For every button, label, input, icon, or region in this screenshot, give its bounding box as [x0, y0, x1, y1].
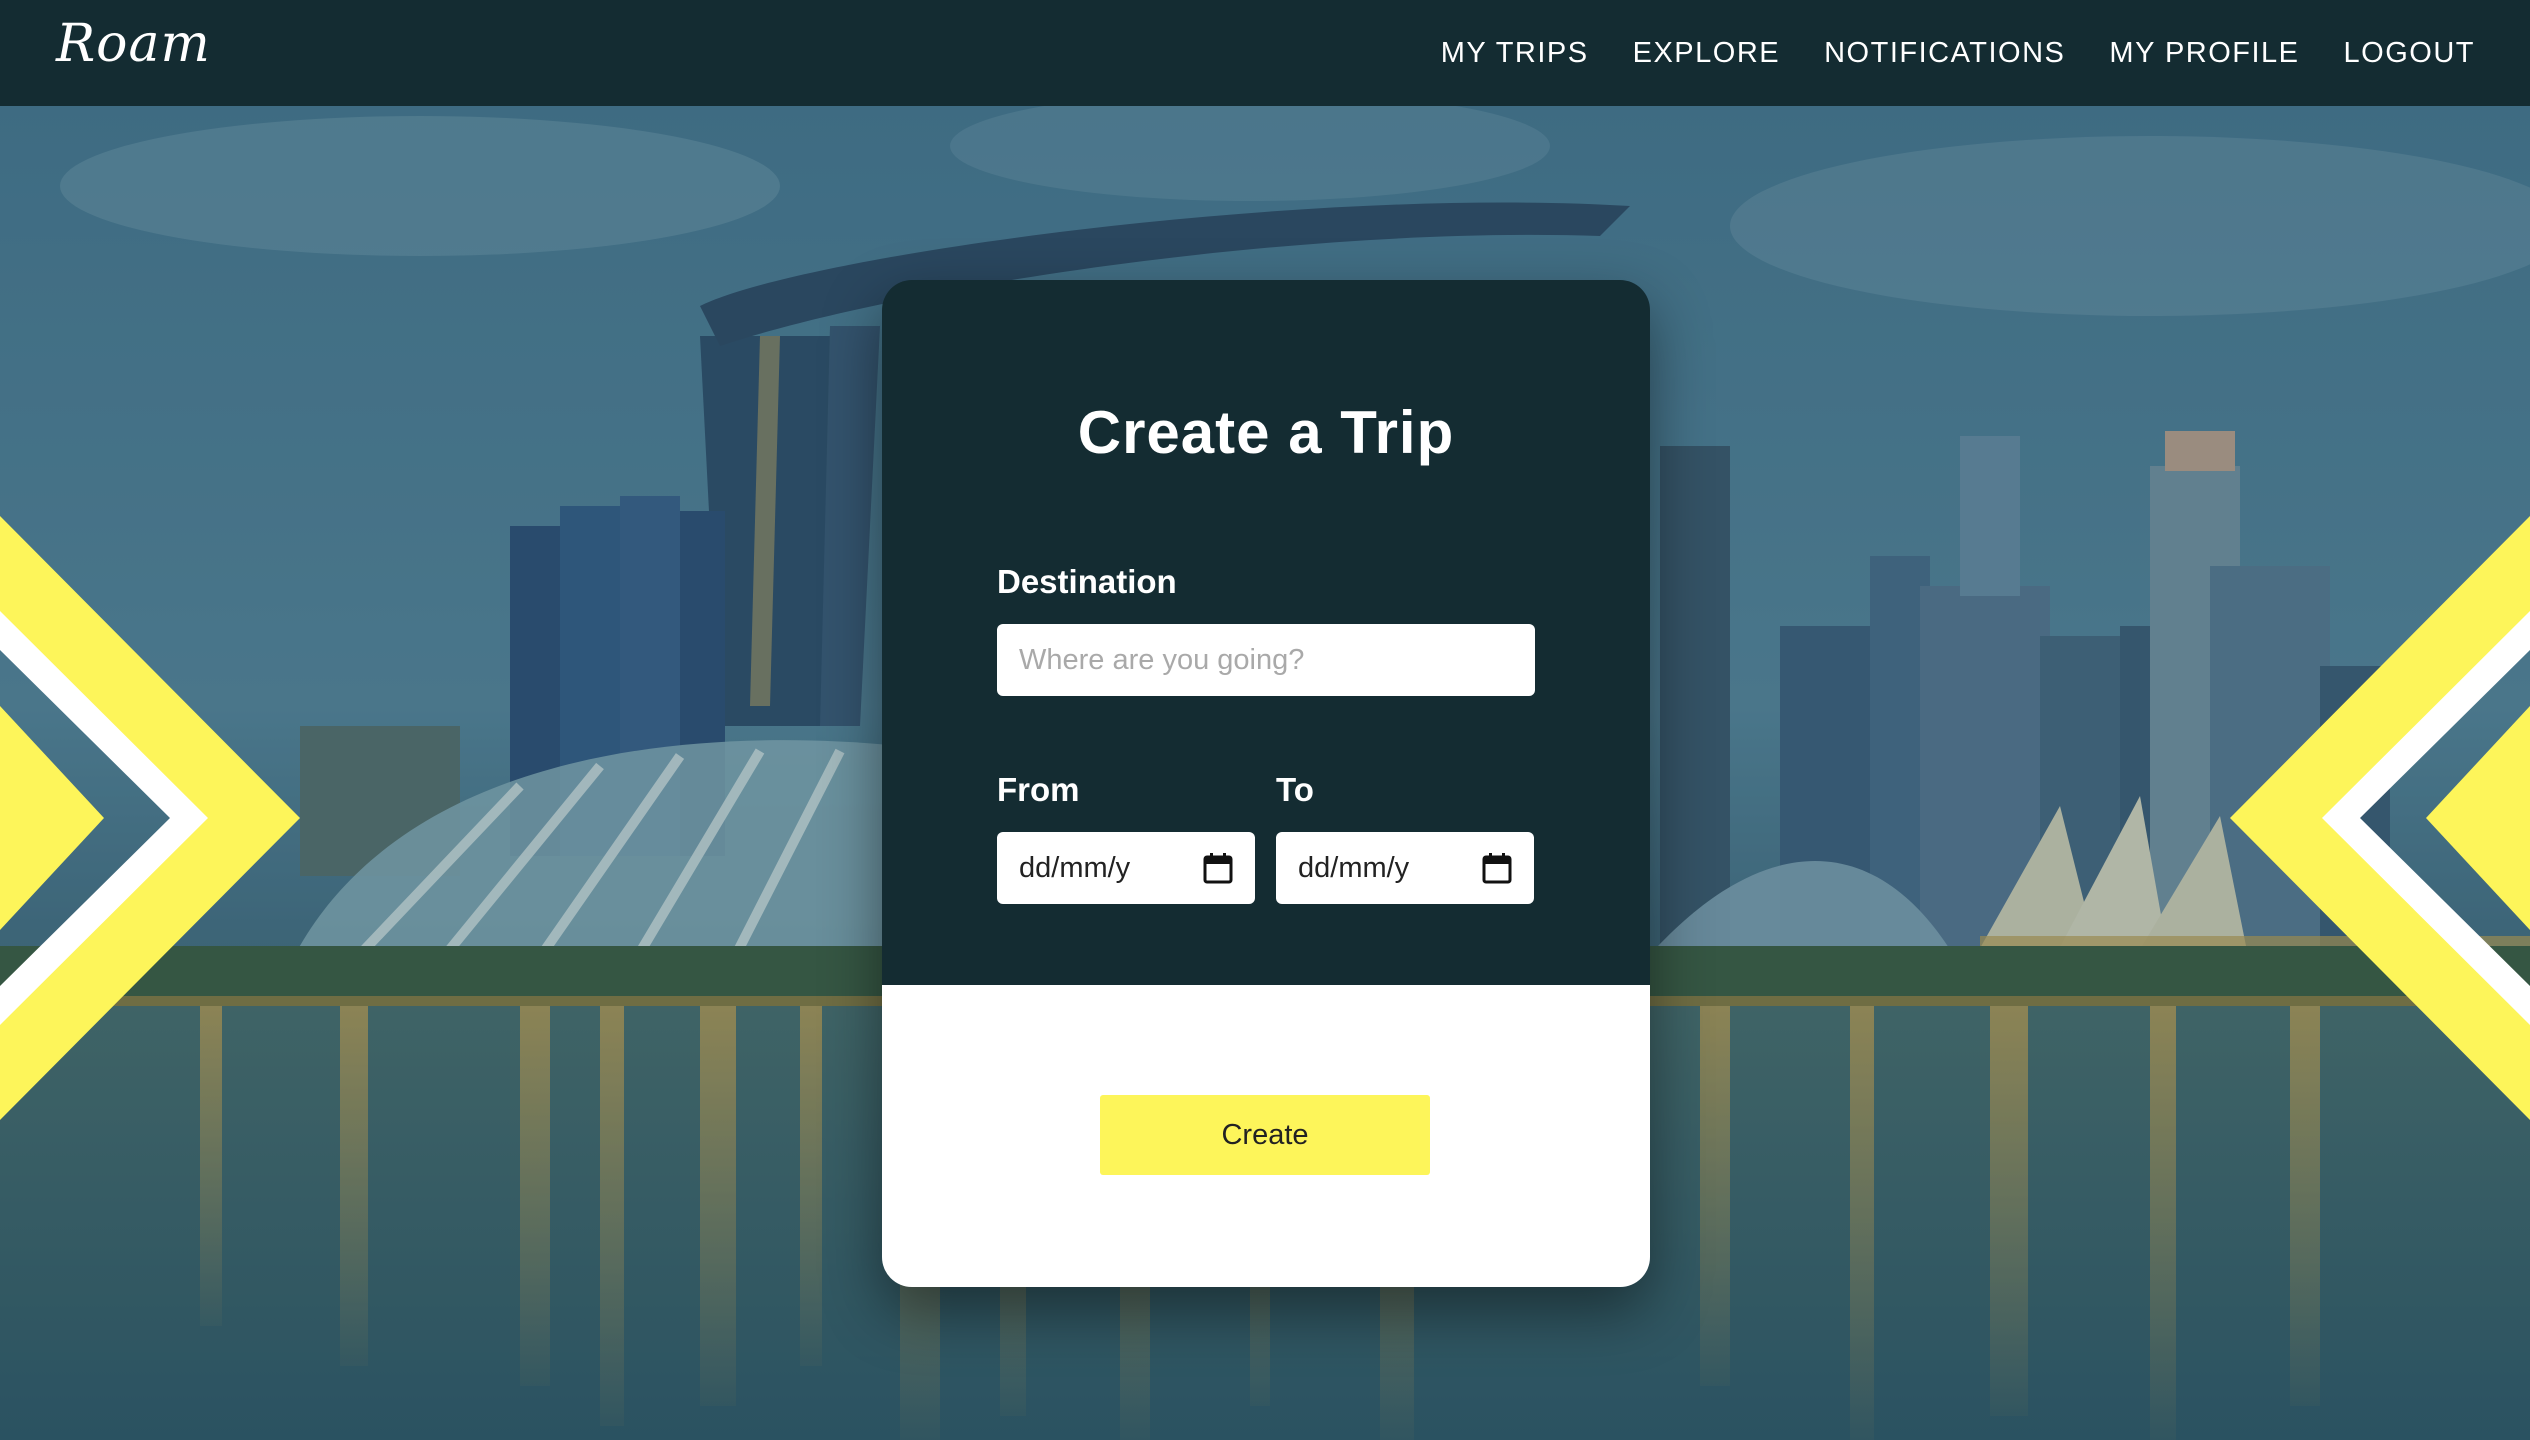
- calendar-icon[interactable]: [1482, 852, 1512, 884]
- destination-label: Destination: [997, 563, 1177, 600]
- create-trip-card: Create a Trip Destination From dd/mm/y T…: [882, 280, 1650, 1287]
- calendar-icon[interactable]: [1203, 852, 1233, 884]
- to-label: To: [1276, 771, 1314, 808]
- card-form-section: Create a Trip Destination From dd/mm/y T…: [882, 280, 1650, 985]
- from-label: From: [997, 771, 1080, 808]
- nav-explore[interactable]: EXPLORE: [1633, 37, 1781, 70]
- top-navbar: Roam MY TRIPS EXPLORE NOTIFICATIONS MY P…: [0, 0, 2530, 106]
- create-button[interactable]: Create: [1100, 1095, 1430, 1175]
- from-date-value: dd/mm/y: [1019, 851, 1131, 884]
- nav-logout[interactable]: LOGOUT: [2344, 37, 2475, 70]
- to-date-value: dd/mm/y: [1298, 851, 1410, 884]
- roam-logo[interactable]: Roam: [56, 14, 211, 74]
- from-date-input[interactable]: dd/mm/y: [997, 832, 1255, 904]
- page-title: Create a Trip: [1077, 399, 1455, 466]
- nav-links: MY TRIPS EXPLORE NOTIFICATIONS MY PROFIL…: [1441, 0, 2475, 106]
- destination-input[interactable]: [997, 624, 1535, 696]
- to-date-input[interactable]: dd/mm/y: [1276, 832, 1534, 904]
- nav-notifications[interactable]: NOTIFICATIONS: [1824, 37, 2065, 70]
- nav-my-profile[interactable]: MY PROFILE: [2109, 37, 2299, 70]
- nav-my-trips[interactable]: MY TRIPS: [1441, 37, 1589, 70]
